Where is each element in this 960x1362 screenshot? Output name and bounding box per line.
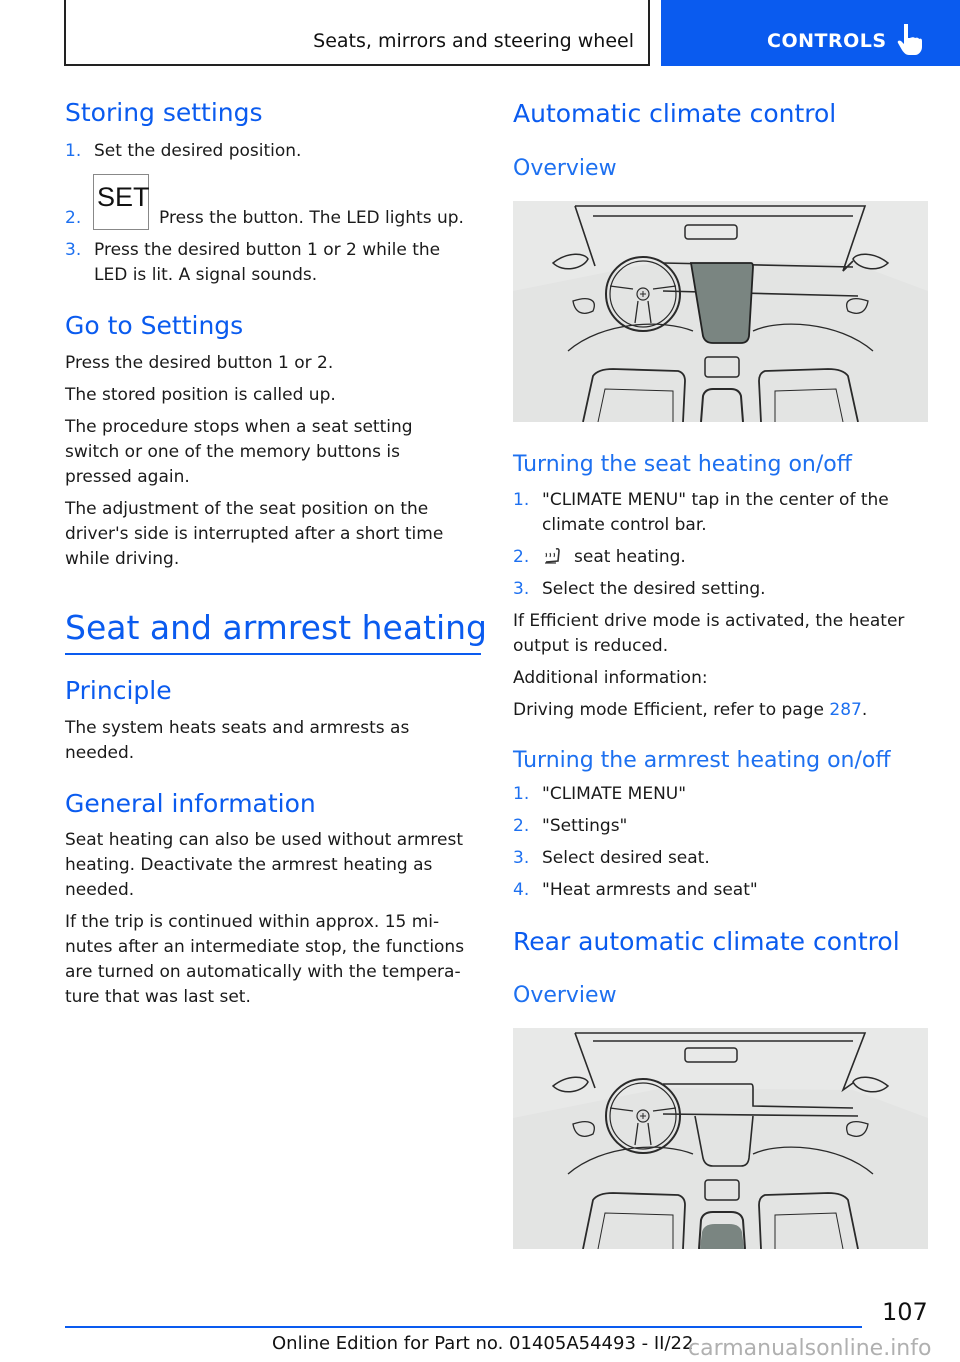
armrest-step-1: 1. "CLIMATE MENU"	[513, 784, 687, 804]
goto-paragraph-1: Press the desired button 1 or 2.	[65, 353, 334, 373]
efficient-mode-note: If Efficient drive mode is activated, th…	[513, 611, 905, 656]
automatic-climate-control-heading: Automatic climate control	[513, 99, 837, 128]
storing-step-1: 1. Set the desired position.	[65, 141, 302, 161]
armrest-step-2: 2. "Settings"	[513, 816, 628, 836]
climate-overview-illustration	[513, 201, 928, 422]
set-button-image: SET	[93, 174, 150, 230]
car-interior-rear-drawing	[513, 1028, 928, 1249]
seat-heat-step-2: 2. seat heating.	[513, 547, 686, 567]
general-information-heading: General information	[65, 789, 316, 818]
car-interior-front-drawing	[513, 201, 928, 422]
additional-info-label: Additional information:	[513, 668, 708, 688]
page-287-link[interactable]: 287	[829, 700, 861, 720]
edition-info: Online Edition for Part no. 01405A54493 …	[272, 1333, 694, 1354]
page-reference: Driving mode Efficient, refer to page 28…	[513, 700, 868, 720]
goto-paragraph-2: The stored position is called up.	[65, 385, 336, 405]
general-paragraph-2: If the trip is continued within approx. …	[65, 912, 465, 1007]
seat-heat-step-1: 1. "CLIMATE MENU" tap in the center of t…	[513, 490, 889, 535]
principle-text: The system heats seats and armrests as n…	[65, 718, 410, 763]
section-divider	[65, 653, 481, 655]
watermark: carmanualsonline.info	[688, 1336, 932, 1361]
seat-heat-step-3: 3. Select the desired setting.	[513, 579, 766, 599]
rear-console-highlight	[700, 1224, 744, 1249]
footer-rule	[65, 1326, 862, 1328]
rear-overview-heading: Overview	[513, 983, 617, 1008]
rear-climate-control-heading: Rear automatic climate control	[513, 927, 900, 956]
pointing-hand-icon	[897, 24, 922, 55]
armrest-heating-onoff-heading: Turning the armrest heating on/off	[513, 748, 891, 773]
climate-overview-heading: Overview	[513, 156, 617, 181]
section-tab-label: CONTROLS	[767, 30, 887, 52]
go-to-settings-heading: Go to Settings	[65, 311, 244, 340]
page-number: 107	[882, 1298, 928, 1326]
armrest-step-4: 4. "Heat armrests and seat"	[513, 880, 758, 900]
storing-step-3: 3. Press the desired button 1 or 2 while…	[65, 240, 441, 285]
rear-climate-overview-illustration	[513, 1028, 928, 1249]
seat-heating-onoff-heading: Turning the seat heating on/off	[513, 452, 852, 477]
section-tab-controls[interactable]: CONTROLS	[661, 0, 960, 66]
armrest-step-3: 3. Select desired seat.	[513, 848, 710, 868]
goto-paragraph-3: The procedure stops when a seat setting …	[65, 417, 413, 487]
seat-heating-icon	[545, 547, 560, 564]
general-paragraph-1: Seat heating can also be used without ar…	[65, 830, 464, 900]
seat-armrest-heating-heading: Seat and armrest heating	[65, 608, 488, 647]
chapter-title: Seats, mirrors and steering wheel	[313, 30, 634, 52]
storing-step-2: 2. SET Press the button. The LED lights …	[65, 174, 481, 232]
principle-heading: Principle	[65, 676, 172, 705]
header-chapter-box: Seats, mirrors and steering wheel	[64, 0, 650, 66]
storing-settings-heading: Storing settings	[65, 98, 263, 127]
goto-paragraph-4: The adjustment of the seat position on t…	[65, 499, 444, 569]
